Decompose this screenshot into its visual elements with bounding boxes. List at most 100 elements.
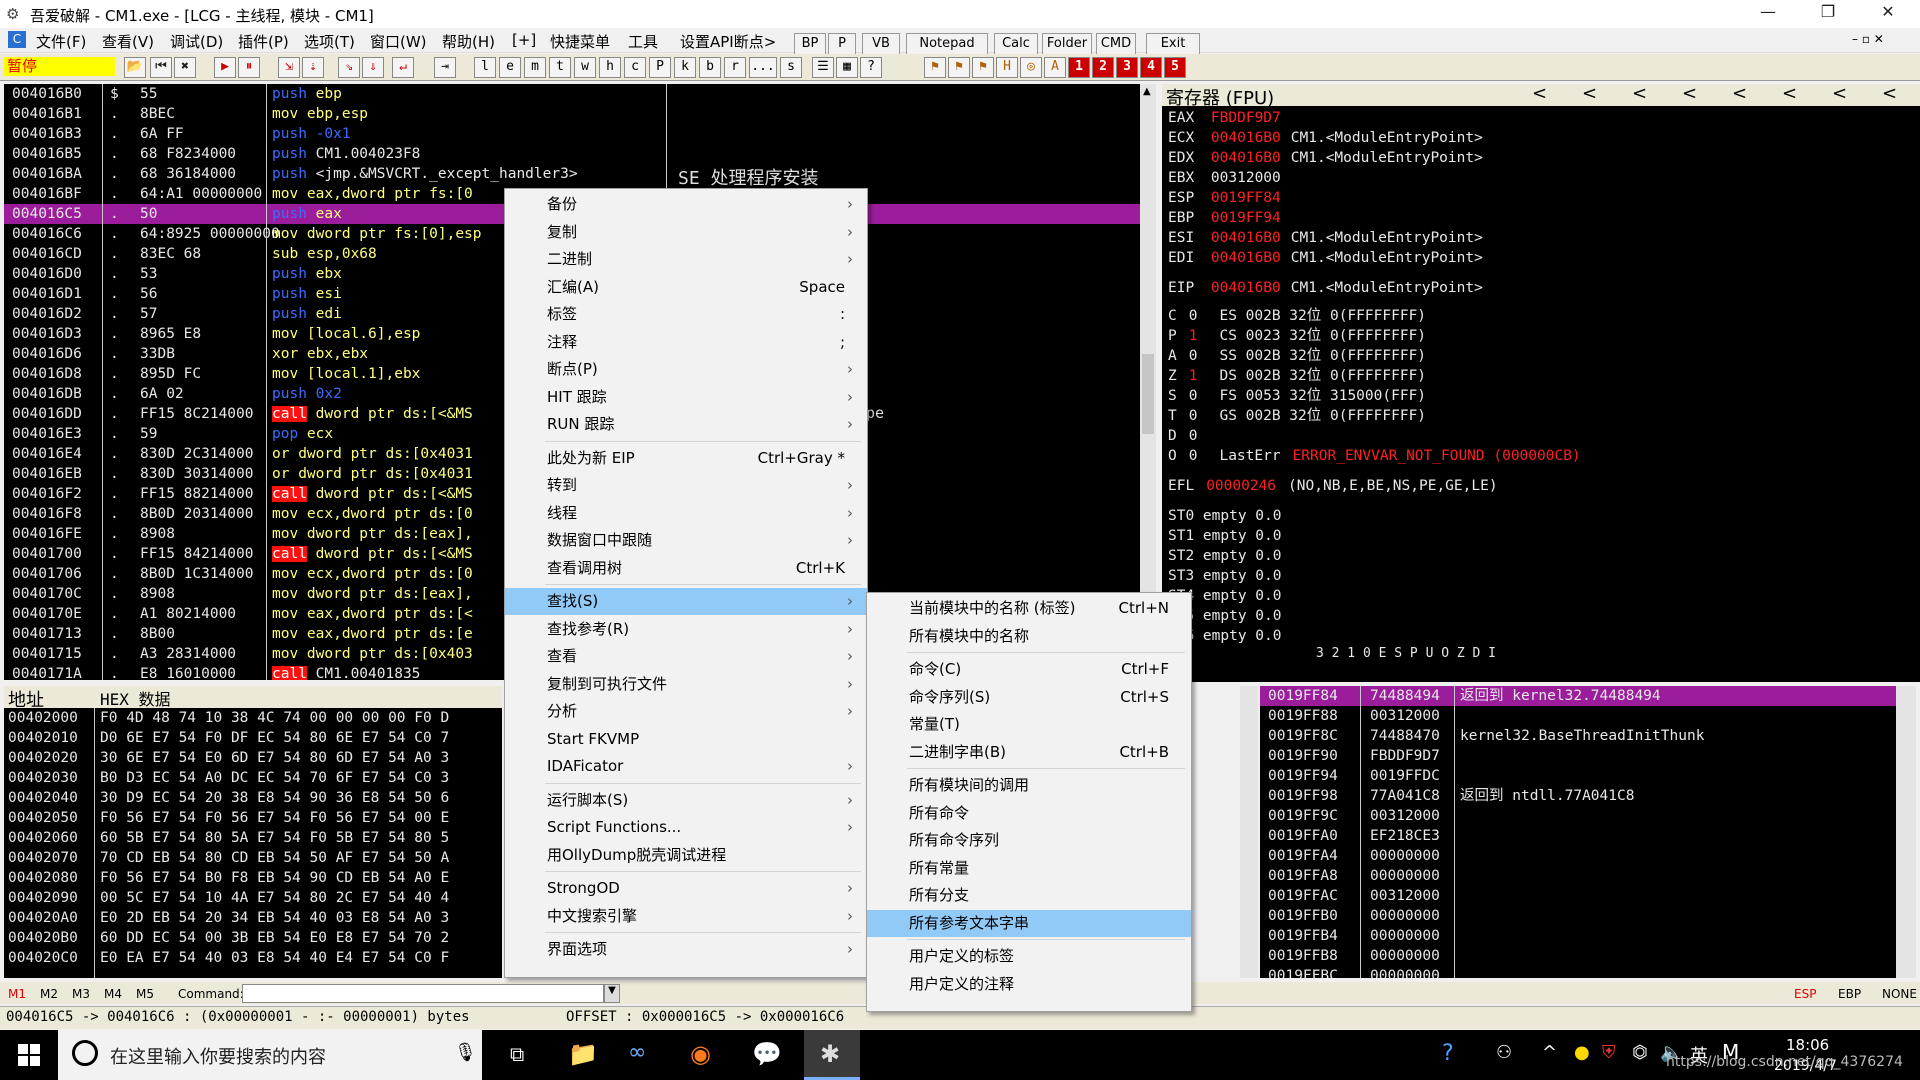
command-dropdown-icon[interactable]: ▼ (604, 984, 620, 1003)
register-value[interactable]: 004016B0 (1202, 230, 1281, 246)
menu-item[interactable]: 当前模块中的名称 (标签) Ctrl+N (867, 595, 1191, 622)
minimize-button[interactable]: — (1748, 2, 1788, 26)
memory-tab[interactable]: M2 (40, 987, 58, 1001)
flag-value[interactable]: 0 (1189, 388, 1198, 404)
scroll-up-icon[interactable]: ▲ (1143, 86, 1151, 97)
menu-item[interactable]: 断点(P) › (505, 356, 867, 383)
plugin-button-icon[interactable]: ⚑ (924, 57, 946, 78)
stack-mode-button[interactable]: NONE (1882, 987, 1917, 1001)
dump-row[interactable]: 004020B0 60 DD EC 54 00 3B EB 54 E0 E8 E7… (4, 928, 502, 948)
menu-item[interactable]: 窗口(W) (370, 31, 427, 52)
memory-tab[interactable]: M4 (104, 987, 122, 1001)
menu-item[interactable]: 复制到可执行文件 › (505, 671, 867, 698)
column-separator[interactable] (94, 708, 95, 978)
menu-item[interactable]: 快捷菜单 (550, 31, 610, 52)
command-input[interactable] (242, 984, 604, 1003)
menu-item[interactable]: [+] (512, 31, 536, 49)
menu-item[interactable]: 标签: (505, 301, 867, 328)
toolbar-button-icon[interactable]: ⇣ (302, 57, 324, 78)
toolbar-letter-button[interactable]: ... (749, 57, 777, 78)
memory-tab[interactable]: M5 (136, 987, 154, 1001)
column-separator[interactable] (102, 84, 103, 680)
flag-line[interactable]: D0 (1168, 426, 1197, 446)
flag-line[interactable]: Z 1 DS 002B 32位 0(FFFFFFFF) (1168, 366, 1426, 386)
toolbar-button-icon[interactable]: ⇓ (362, 57, 384, 78)
scroll-thumb[interactable] (1142, 354, 1154, 434)
dump-row[interactable]: 00402070 70 CD EB 54 80 CD EB 54 50 AF E7… (4, 848, 502, 868)
menu-item[interactable]: 数据窗口中跟随 › (505, 527, 867, 554)
disassembly-scrollbar[interactable]: ▲ (1140, 84, 1156, 680)
stack-row[interactable]: 0019FFB8 00000000 (1260, 946, 1896, 966)
stack-row[interactable]: 0019FF84 74488494 返回到 kernel32.74488494 (1260, 686, 1896, 706)
explorer-icon[interactable]: 📁 (568, 1040, 598, 1068)
dump-row[interactable]: 00402090 00 5C E7 54 10 4A E7 54 80 2C E7… (4, 888, 502, 908)
register-value[interactable]: 00312000 (1202, 170, 1281, 186)
toolbar-letter-button[interactable]: s (780, 57, 802, 78)
menu-item[interactable]: 选项(T) (304, 31, 355, 52)
fpu-register-line[interactable]: ST3 empty 0.0 (1168, 566, 1282, 586)
stack-pane[interactable]: 0019FF84 74488494 返回到 kernel32.74488494 001… (1260, 686, 1896, 978)
mdi-controls[interactable]: – ▫ ✕ (1852, 32, 1884, 46)
toolbar-button-icon[interactable]: ↵ (392, 57, 414, 78)
registers-pane[interactable]: EAX FBDDF9D7 ECX 004016B0 CM1.<ModuleEntry… (1162, 106, 1920, 682)
register-line[interactable]: EDI 004016B0 CM1.<ModuleEntryPoint> (1168, 248, 1483, 268)
flag-line[interactable]: T 0 GS 002B 32位 0(FFFFFFFF) (1168, 406, 1426, 426)
dump-row[interactable]: 00402050 F0 56 E7 54 F0 56 E7 54 F0 56 E7… (4, 808, 502, 828)
register-nav-arrow-icon[interactable]: < (1632, 83, 1647, 104)
plugin-button-icon[interactable]: ◎ (1020, 57, 1042, 78)
register-line[interactable]: EAX FBDDF9D7 (1168, 108, 1281, 128)
register-value[interactable]: FBDDF9D7 (1202, 110, 1281, 126)
menu-item[interactable]: 文件(F) (36, 31, 86, 52)
dump-col-hex[interactable]: HEX 数据 (100, 686, 171, 710)
menu-item[interactable]: 查看 › (505, 643, 867, 670)
dump-row[interactable]: 00402060 60 5B E7 54 80 5A E7 54 F0 5B E7… (4, 828, 502, 848)
menu-item[interactable]: 所有命令序列 (867, 827, 1191, 854)
menu-item[interactable]: 界面选项 › (505, 936, 867, 963)
register-line[interactable]: EDX 004016B0 CM1.<ModuleEntryPoint> (1168, 148, 1483, 168)
menu-item[interactable]: 备份 › (505, 191, 867, 218)
column-separator[interactable] (1360, 686, 1361, 978)
menu-item[interactable]: 命令序列(S) Ctrl+S (867, 684, 1191, 711)
quick-button[interactable]: P (828, 33, 856, 55)
register-nav-arrow-icon[interactable]: < (1882, 83, 1897, 104)
stack-row[interactable]: 0019FFA4 00000000 (1260, 846, 1896, 866)
plugin-button-icon[interactable]: 3 (1116, 57, 1138, 78)
menu-item[interactable]: 二进制 › (505, 246, 867, 273)
quick-button[interactable]: Exit (1146, 33, 1200, 55)
menu-item[interactable]: 查看调用树 Ctrl+K (505, 555, 867, 582)
vs-icon[interactable]: ∞ (628, 1040, 646, 1065)
menu-item[interactable]: HIT 跟踪 › (505, 384, 867, 411)
clock-time[interactable]: 18:06 (1786, 1036, 1829, 1054)
menu-item[interactable]: 帮助(H) (442, 31, 495, 52)
menu-item[interactable]: 调试(D) (170, 31, 223, 52)
menu-item[interactable]: 设置API断点> (680, 31, 776, 52)
disasm-row[interactable]: 004016BA. 68 36184000 push <jmp.&MSVCRT._e… (4, 164, 1140, 184)
stack-scrollbar[interactable] (1896, 686, 1916, 978)
stack-row[interactable]: 0019FF9C 00312000 (1260, 806, 1896, 826)
fpu-register-line[interactable]: ST0 empty 0.0 (1168, 506, 1282, 526)
tray-chevron-icon[interactable]: ^ (1542, 1042, 1557, 1063)
quick-button[interactable]: VB (862, 33, 900, 55)
flag-value[interactable]: 1 (1189, 328, 1198, 344)
toolbar-letter-button[interactable]: k (674, 57, 696, 78)
plugin-button-icon[interactable]: A (1044, 57, 1066, 78)
stack-row[interactable]: 0019FFB4 00000000 (1260, 926, 1896, 946)
wechat-icon[interactable]: 💬 (752, 1040, 782, 1068)
menu-item[interactable]: 用OllyDump脱壳调试进程 (505, 842, 867, 869)
flag-line[interactable]: A 0 SS 002B 32位 0(FFFFFFFF) (1168, 346, 1426, 366)
menu-item[interactable]: 转到 › (505, 472, 867, 499)
dump-row[interactable]: 00402040 30 D9 EC 54 20 38 E8 54 90 36 E8… (4, 788, 502, 808)
disasm-row[interactable]: 004016B1. 8BEC mov ebp,esp (4, 104, 1140, 124)
register-nav-arrow-icon[interactable]: < (1532, 83, 1547, 104)
menu-item[interactable]: 复制 › (505, 219, 867, 246)
menu-item[interactable]: 用户定义的标签 (867, 943, 1191, 970)
close-button[interactable]: ✕ (1868, 2, 1908, 26)
plugin-button-icon[interactable]: 5 (1164, 57, 1186, 78)
toolbar-button-icon[interactable]: ⏸ (238, 57, 260, 78)
shield-tray-icon[interactable]: ⛨ (1602, 1042, 1616, 1063)
menu-item[interactable]: 二进制字串(B) Ctrl+B (867, 739, 1191, 766)
toolbar-view-icon[interactable]: ? (860, 57, 882, 78)
flag-line[interactable]: P 1 CS 0023 32位 0(FFFFFFFF) (1168, 326, 1426, 346)
dump-row[interactable]: 00402080 F0 56 E7 54 B0 F8 EB 54 90 CD EB… (4, 868, 502, 888)
menu-item[interactable]: 分析 › (505, 698, 867, 725)
